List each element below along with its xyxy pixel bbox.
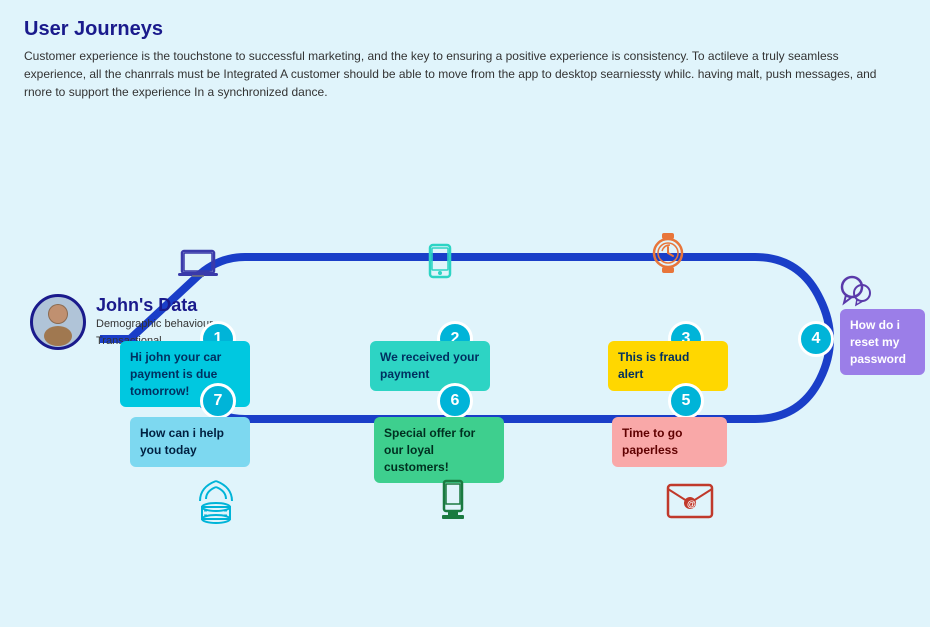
watch-icon bbox=[644, 229, 692, 277]
svg-text:@: @ bbox=[687, 499, 696, 509]
node-5: 5 bbox=[668, 383, 704, 419]
database-icon bbox=[190, 477, 242, 527]
message-node7: How can i help you today bbox=[130, 417, 250, 467]
header-section: User Journeys Customer experience is the… bbox=[0, 0, 930, 109]
page-title: User Journeys bbox=[24, 18, 906, 41]
kiosk-icon-box bbox=[428, 477, 478, 532]
email-icon-box: @ bbox=[664, 479, 716, 528]
message-node3: This is fraud alert bbox=[608, 341, 728, 391]
message-node4: How do i reset my password bbox=[840, 309, 925, 375]
header-description: Customer experience is the touchstone to… bbox=[24, 47, 884, 101]
johns-detail1: Demographic behaviour bbox=[96, 316, 213, 333]
johns-name: John's Data bbox=[96, 295, 213, 316]
message-node6: Special offer for our loyal customers! bbox=[374, 417, 504, 483]
phone-icon-box bbox=[416, 237, 464, 290]
database-icon-box bbox=[190, 477, 242, 532]
journey-diagram: John's Data Demographic behaviour Transa… bbox=[0, 109, 930, 539]
kiosk-icon bbox=[428, 477, 478, 527]
laptop-icon bbox=[174, 239, 222, 287]
email-icon: @ bbox=[664, 479, 716, 523]
phone-icon bbox=[416, 237, 464, 285]
node-4: 4 bbox=[798, 321, 834, 357]
message-node5: Time to go paperless bbox=[612, 417, 727, 467]
laptop-icon-box bbox=[174, 239, 222, 292]
avatar bbox=[30, 294, 86, 350]
node-6: 6 bbox=[437, 383, 473, 419]
message-node2: We received your payment bbox=[370, 341, 490, 391]
node-7: 7 bbox=[200, 383, 236, 419]
watch-icon-box bbox=[644, 229, 692, 282]
